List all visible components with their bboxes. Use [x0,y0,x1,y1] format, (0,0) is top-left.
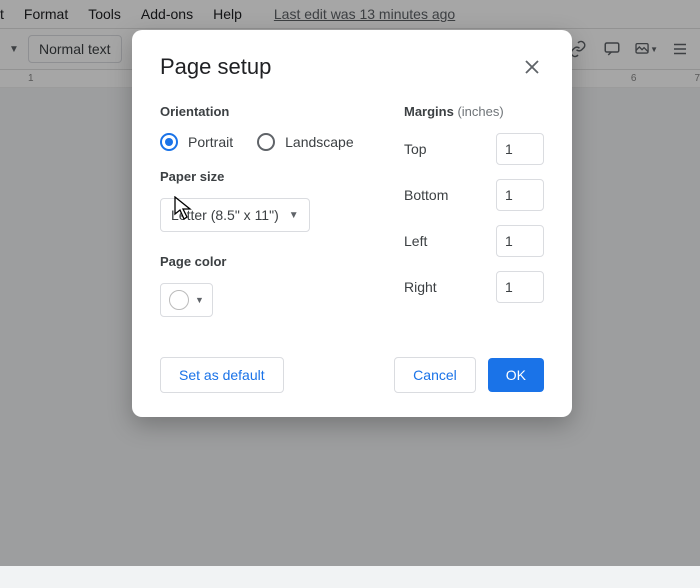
orientation-landscape-label: Landscape [285,134,354,150]
margin-top-input[interactable] [496,133,544,165]
margin-left-label: Left [404,233,427,249]
close-icon [525,60,539,74]
ok-button[interactable]: OK [488,358,544,392]
cancel-button[interactable]: Cancel [394,357,476,393]
margin-left-input[interactable] [496,225,544,257]
caret-down-icon: ▼ [289,210,299,221]
paper-size-value: Letter (8.5" x 11") [171,207,279,223]
radio-icon [257,133,275,151]
orientation-label: Orientation [160,104,372,119]
paper-size-select[interactable]: Letter (8.5" x 11") ▼ [160,198,310,232]
margins-label: Margins (inches) [404,104,544,119]
dialog-title: Page setup [160,54,271,80]
page-color-label: Page color [160,254,372,269]
page-color-select[interactable]: ▼ [160,283,213,317]
page-setup-dialog: Page setup Orientation Portrait Landscap… [132,30,572,417]
orientation-portrait-label: Portrait [188,134,233,150]
margin-bottom-input[interactable] [496,179,544,211]
caret-down-icon: ▼ [195,295,204,305]
margin-bottom-label: Bottom [404,187,448,203]
close-button[interactable] [520,55,544,79]
margins-unit-hint: (inches) [457,104,503,119]
margin-top-label: Top [404,141,427,157]
color-swatch-circle [169,290,189,310]
margin-right-input[interactable] [496,271,544,303]
orientation-landscape-radio[interactable]: Landscape [257,133,354,151]
radio-icon [160,133,178,151]
orientation-portrait-radio[interactable]: Portrait [160,133,233,151]
set-default-button[interactable]: Set as default [160,357,284,393]
margin-right-label: Right [404,279,437,295]
paper-size-label: Paper size [160,169,372,184]
